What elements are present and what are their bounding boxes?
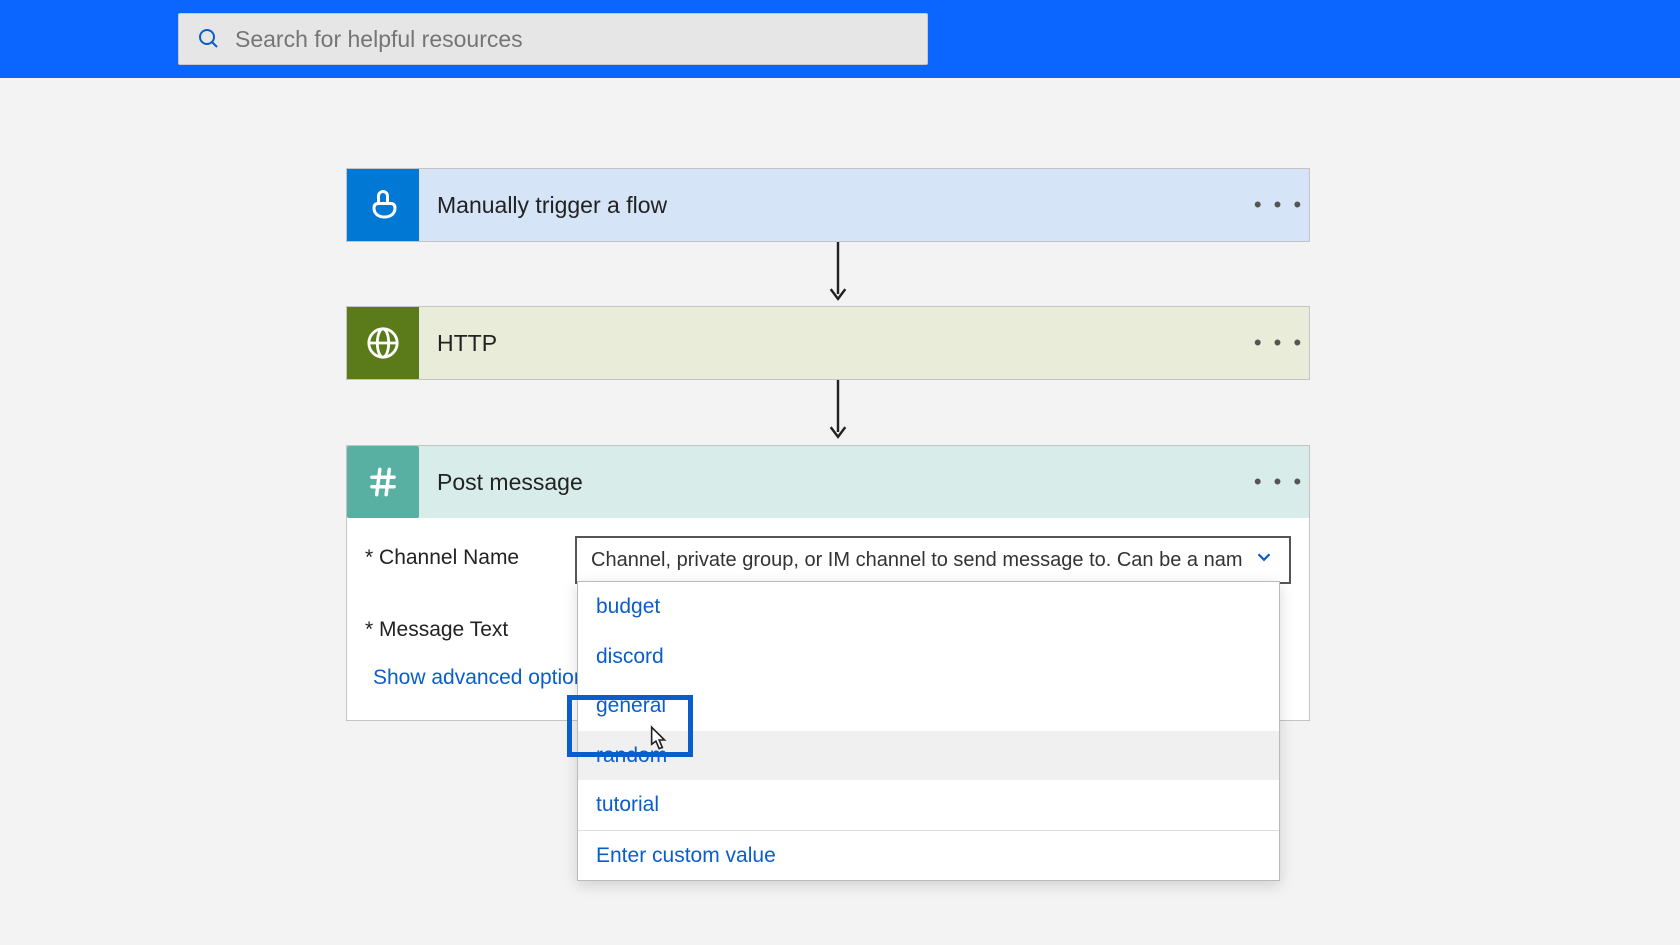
card-manually-trigger[interactable]: Manually trigger a flow • • •: [346, 168, 1310, 242]
search-box[interactable]: [178, 13, 928, 65]
field-label: * Message Text: [365, 608, 575, 642]
dropdown-item-discord[interactable]: discord: [578, 632, 1279, 682]
search-icon: [197, 27, 221, 51]
search-input[interactable]: [235, 26, 909, 53]
field-channel-name: * Channel Name Channel, private group, o…: [365, 536, 1291, 584]
more-button[interactable]: • • •: [1249, 469, 1309, 495]
channel-name-select[interactable]: Channel, private group, or IM channel to…: [575, 536, 1291, 584]
globe-icon: [347, 307, 419, 379]
channel-dropdown[interactable]: budget discord general random tutorial E…: [577, 581, 1280, 881]
card-title: Post message: [419, 469, 1249, 496]
chevron-down-icon: [1253, 546, 1275, 574]
connector-arrow: [826, 380, 830, 445]
more-button[interactable]: • • •: [1249, 330, 1309, 356]
required-asterisk: *: [365, 546, 373, 569]
required-asterisk: *: [365, 618, 373, 641]
field-label: * Channel Name: [365, 536, 575, 570]
dropdown-item-tutorial[interactable]: tutorial: [578, 780, 1279, 830]
top-bar: [0, 0, 1680, 78]
card-title: Manually trigger a flow: [419, 192, 1249, 219]
card-title: HTTP: [419, 330, 1249, 357]
select-placeholder: Channel, private group, or IM channel to…: [591, 549, 1243, 572]
dropdown-item-custom[interactable]: Enter custom value: [578, 831, 1279, 881]
hash-icon: [347, 446, 419, 518]
dropdown-item-budget[interactable]: budget: [578, 582, 1279, 632]
dropdown-item-random[interactable]: random: [578, 731, 1279, 781]
more-button[interactable]: • • •: [1249, 192, 1309, 218]
connector-arrow: [826, 242, 830, 307]
touch-icon: [347, 169, 419, 241]
dropdown-item-general[interactable]: general: [578, 681, 1279, 731]
card-http[interactable]: HTTP • • •: [346, 306, 1310, 380]
